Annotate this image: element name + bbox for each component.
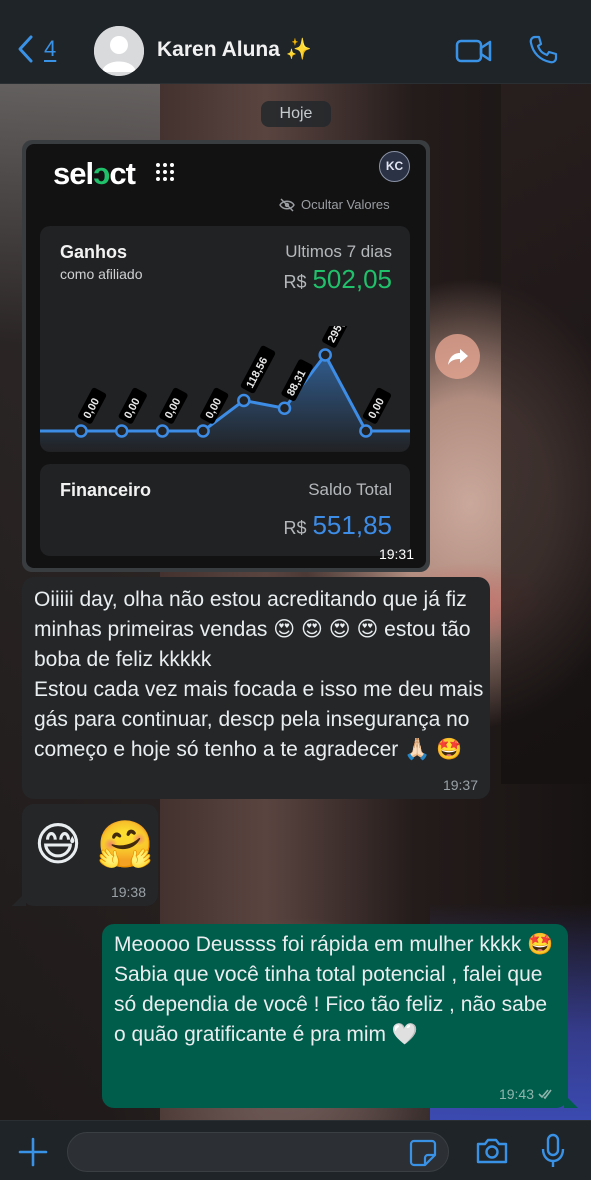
microphone-button[interactable] bbox=[540, 1133, 566, 1174]
message-time: 19:43 bbox=[498, 1086, 534, 1102]
chart-point bbox=[318, 348, 332, 362]
image-message-time: 19:31 bbox=[378, 546, 414, 562]
earnings-title: Ganhos bbox=[60, 242, 128, 262]
chart-data-label: 118,56 bbox=[240, 345, 276, 394]
financial-amount: R$ 551,85 bbox=[283, 510, 392, 541]
chart-point bbox=[196, 424, 210, 438]
attach-button[interactable] bbox=[18, 1137, 48, 1172]
chart-data-label: 0,00 bbox=[77, 387, 107, 424]
chart-data-label: 0,00 bbox=[159, 387, 188, 424]
forward-button[interactable] bbox=[435, 334, 480, 379]
brand-logo: selɔct bbox=[53, 156, 136, 192]
chart-data-label: 0,00 bbox=[118, 387, 147, 424]
earnings-value: 502,05 bbox=[312, 264, 392, 294]
double-check-icon bbox=[538, 1089, 552, 1100]
message-line: Oiiiii day, olha não estou acreditando q… bbox=[34, 588, 471, 671]
composer-bar bbox=[0, 1120, 591, 1180]
hide-values-toggle: Ocultar Valores bbox=[279, 197, 390, 212]
brand-check-mark: ɔ bbox=[93, 156, 110, 191]
bubble-tail bbox=[12, 892, 26, 906]
chart-point bbox=[359, 424, 373, 438]
chat-header: 4 Karen Aluna ✨ bbox=[0, 0, 591, 84]
message-line: Sabia que você tinha total potencial , f… bbox=[114, 963, 548, 1046]
microphone-icon bbox=[541, 1133, 565, 1167]
message-line: Estou cada vez mais focada e isso me deu… bbox=[34, 678, 484, 761]
eye-off-icon bbox=[279, 198, 295, 211]
earnings-period: Ultimos 7 dias bbox=[285, 242, 392, 261]
voice-call-button[interactable] bbox=[527, 34, 559, 71]
contact-name[interactable]: Karen Aluna ✨ bbox=[157, 38, 312, 62]
contact-avatar[interactable] bbox=[94, 26, 144, 76]
sticker-icon bbox=[409, 1139, 437, 1167]
message-input[interactable] bbox=[67, 1132, 449, 1172]
message-meta: 19:43 bbox=[499, 1086, 556, 1102]
forward-arrow-icon bbox=[447, 348, 468, 365]
video-call-button[interactable] bbox=[455, 38, 493, 69]
message-line: Meoooo Deussss foi rápida em mulher kkkk… bbox=[114, 933, 554, 956]
incoming-message[interactable]: Oiiiii day, olha não estou acreditando q… bbox=[22, 577, 490, 799]
message-text: Meoooo Deussss foi rápida em mulher kkkk… bbox=[114, 930, 562, 1050]
phone-icon bbox=[529, 35, 558, 64]
earnings-card: Ganhos como afiliado Ultimos 7 dias R$ 50… bbox=[40, 226, 410, 452]
financial-title: Financeiro bbox=[60, 480, 152, 500]
video-camera-icon bbox=[455, 39, 492, 63]
message-time: 19:38 bbox=[110, 884, 146, 900]
user-initials-avatar: KC bbox=[379, 151, 410, 182]
chart-point bbox=[74, 424, 88, 438]
camera-button[interactable] bbox=[475, 1137, 509, 1170]
earnings-subtitle: como afiliado bbox=[60, 266, 143, 282]
brand-prefix: sel bbox=[53, 156, 94, 191]
financial-value: 551,85 bbox=[312, 510, 392, 540]
wallpaper-shade-right bbox=[501, 84, 591, 784]
unread-count: 4 bbox=[44, 36, 57, 61]
earnings-amount: R$ 502,05 bbox=[283, 264, 392, 295]
chart-data-label: 0,00 bbox=[362, 387, 392, 424]
chart-point bbox=[155, 424, 170, 438]
camera-icon bbox=[476, 1138, 508, 1164]
person-icon bbox=[94, 26, 144, 76]
chart-data-label: 295,18 bbox=[322, 326, 357, 348]
plus-icon bbox=[18, 1137, 48, 1167]
financial-label: Saldo Total bbox=[308, 480, 392, 499]
earnings-currency: R$ bbox=[283, 272, 307, 292]
dashboard-screenshot: selɔct KC Ocultar Valores Ganhos como af… bbox=[26, 144, 426, 568]
message-time: 19:37 bbox=[442, 777, 478, 793]
brand-suffix: ct bbox=[109, 156, 136, 191]
back-button[interactable]: 4 bbox=[16, 34, 56, 64]
sticker-button[interactable] bbox=[409, 1139, 437, 1172]
chart-point bbox=[114, 424, 129, 438]
financial-currency: R$ bbox=[283, 518, 307, 538]
financial-card: Financeiro Saldo Total R$ 551,85 bbox=[40, 464, 410, 556]
earnings-chart: 0,00 0,00 0,00 0,00118,56 88,31295,180,00 bbox=[40, 326, 410, 452]
hide-values-label: Ocultar Valores bbox=[301, 197, 390, 212]
image-message[interactable]: selɔct KC Ocultar Valores Ganhos como af… bbox=[22, 140, 430, 572]
chart-point bbox=[237, 393, 251, 408]
bubble-tail bbox=[564, 1094, 578, 1108]
date-separator: Hoje bbox=[261, 101, 331, 127]
message-emojis: 😅 🤗 bbox=[34, 817, 154, 871]
chevron-left-icon bbox=[18, 35, 33, 63]
incoming-message[interactable]: 😅 🤗 19:38 bbox=[12, 804, 158, 906]
message-text: Oiiiii day, olha não estou acreditando q… bbox=[34, 585, 484, 765]
grid-menu-icon bbox=[156, 163, 174, 181]
outgoing-message[interactable]: Meoooo Deussss foi rápida em mulher kkkk… bbox=[102, 924, 578, 1108]
chart-point bbox=[277, 401, 292, 416]
